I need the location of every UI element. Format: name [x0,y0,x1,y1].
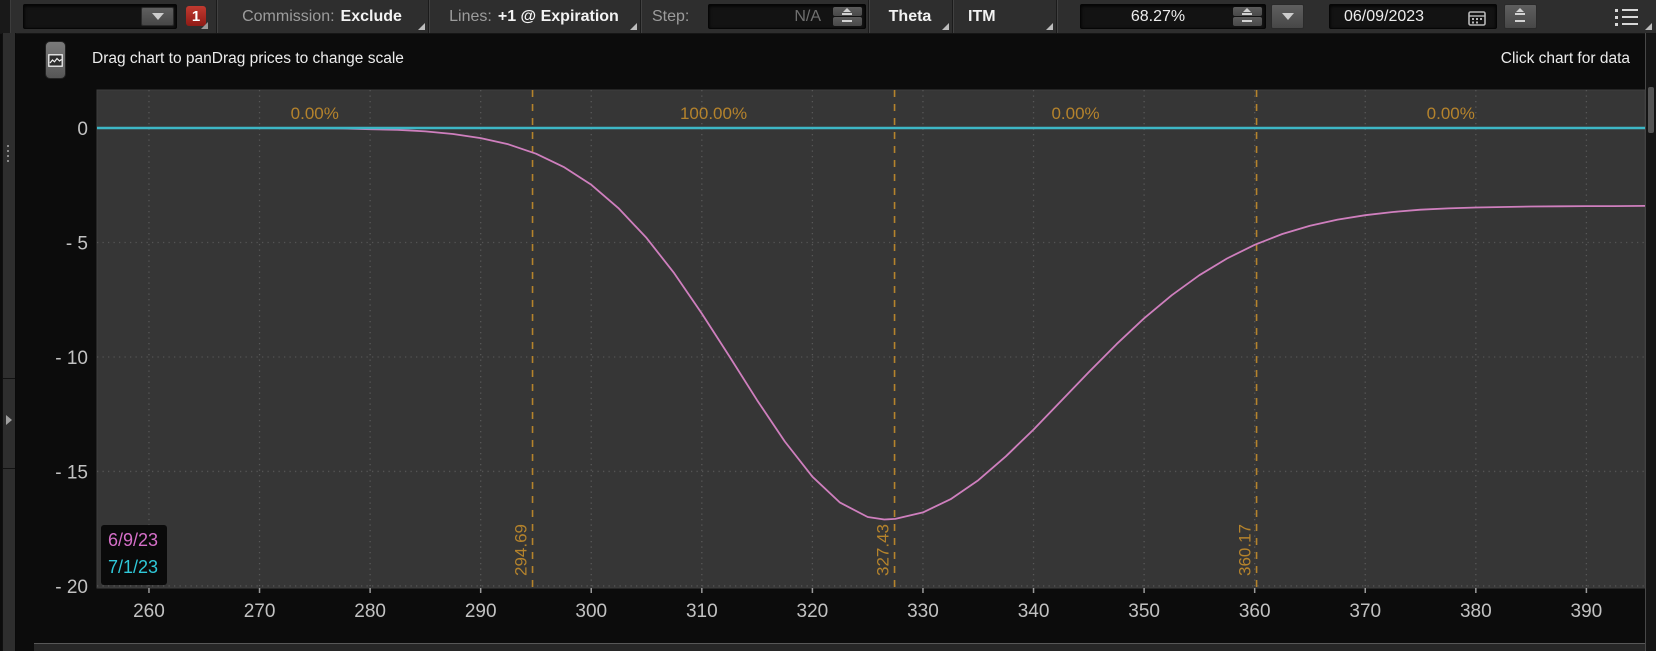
zone-probability-label: 0.00% [291,104,339,123]
zone-probability-label: 0.00% [1051,104,1099,123]
y-tick-label: - 10 [55,348,88,369]
x-tick-label: 280 [354,601,386,622]
y-tick-label: - 5 [66,233,88,254]
x-tick-label: 320 [797,601,829,622]
x-tick-label: 290 [465,601,497,622]
vline-price-label: 294.69 [512,524,531,576]
x-tick-label: 330 [907,601,939,622]
y-tick-label: - 20 [55,577,88,598]
x-tick-label: 340 [1018,601,1050,622]
x-tick-label: 360 [1239,601,1271,622]
zone-probability-label: 0.00% [1427,104,1475,123]
x-tick-label: 270 [244,601,276,622]
y-tick-label: 0 [77,119,88,140]
risk-profile-chart[interactable]: 260 270 280 290 300 310 320 330 340 350 360 370 380 3… [0,0,1656,651]
x-tick-label: 300 [575,601,607,622]
y-tick-label: - 15 [55,462,88,483]
chart-legend: 6/9/23 7/1/23 [101,525,167,585]
x-tick-label: 370 [1349,601,1381,622]
zone-probability-label: 100.00% [680,104,747,123]
x-tick-label: 310 [686,601,718,622]
x-tick-label: 390 [1571,601,1603,622]
x-tick-label: 380 [1460,601,1492,622]
vline-price-label: 327.43 [874,524,893,576]
legend-entry-near-date: 6/9/23 [108,527,158,554]
legend-entry-far-date: 7/1/23 [108,554,158,581]
vline-price-label: 360.17 [1236,524,1255,576]
x-tick-label: 260 [133,601,165,622]
x-tick-label: 350 [1128,601,1160,622]
plot-area[interactable] [97,90,1645,588]
